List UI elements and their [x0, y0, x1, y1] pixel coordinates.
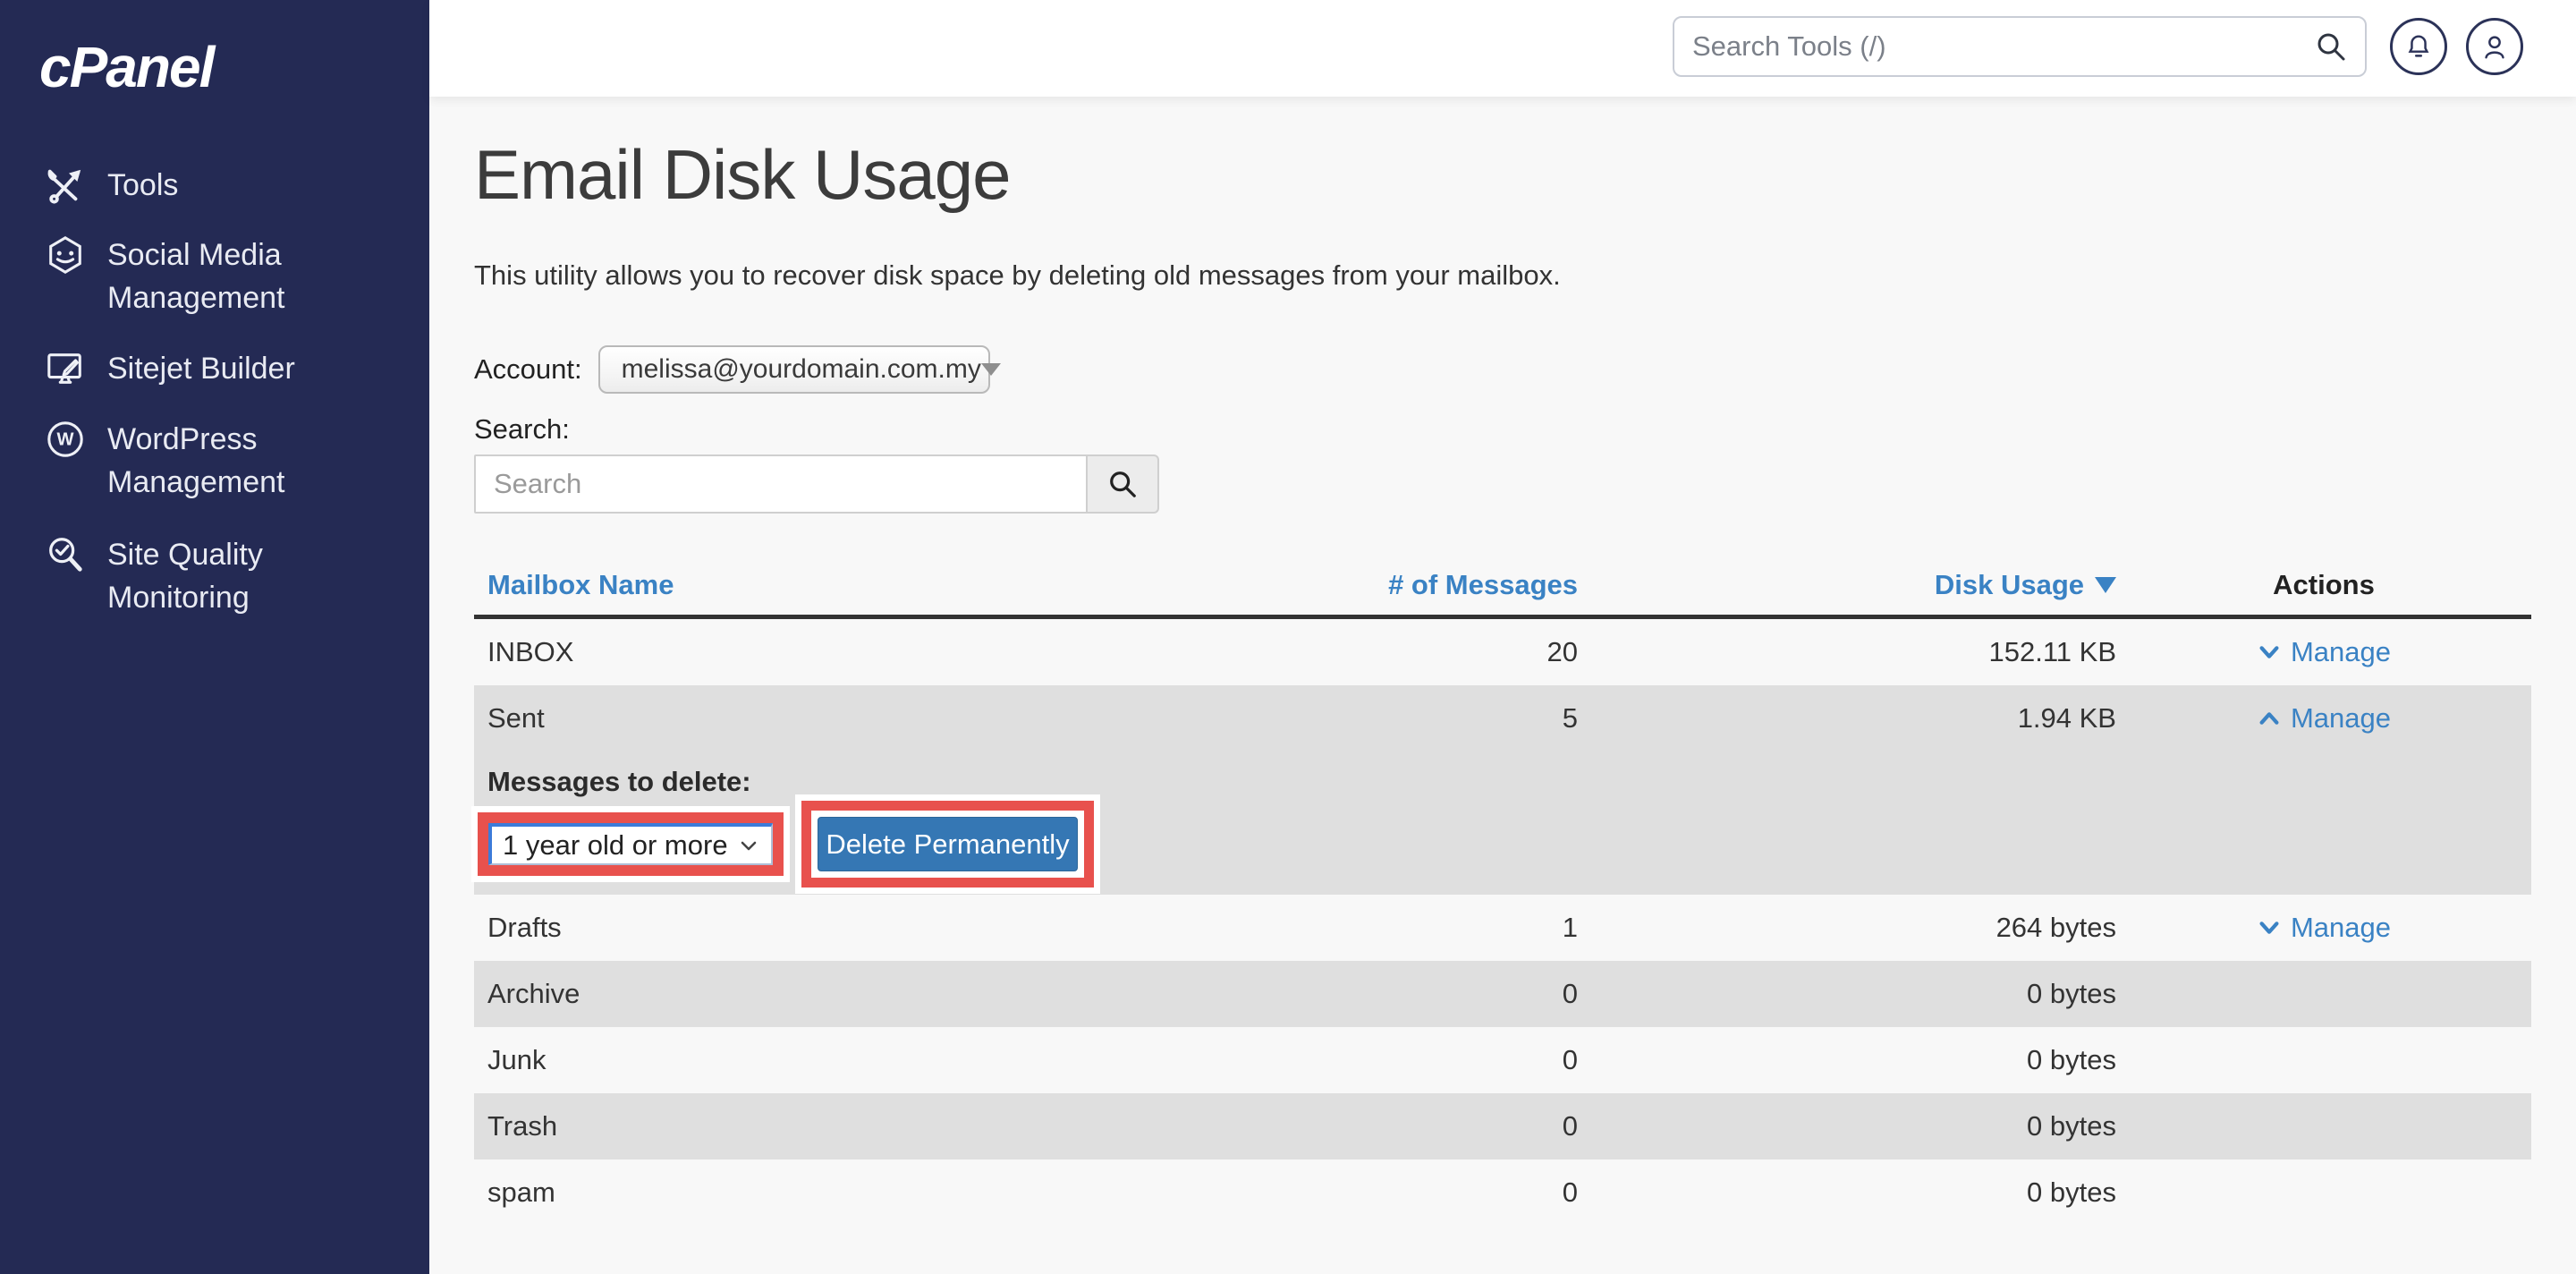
sidebar-item-label: Tools — [107, 164, 331, 207]
header-mailbox-name[interactable]: Mailbox Name — [474, 569, 1100, 601]
sidebar-item-label: Social Media Management — [107, 234, 331, 319]
account-label: Account: — [474, 353, 582, 386]
chevron-down-icon — [2257, 915, 2282, 940]
sidebar-item-label: Site Quality Monitoring — [107, 533, 331, 619]
header-disk-usage[interactable]: Disk Usage — [1578, 569, 2116, 601]
sitejet-builder-icon — [45, 348, 86, 389]
sidebar-item-label: Sitejet Builder — [107, 347, 331, 390]
sidebar-item-tools[interactable]: Tools — [45, 164, 402, 207]
sidebar-item-social-media[interactable]: Social Media Management — [45, 234, 402, 319]
chevron-down-icon — [981, 363, 1001, 376]
user-account-button[interactable] — [2466, 18, 2523, 75]
table-row: spam 0 0 bytes — [474, 1159, 2531, 1226]
table-row: Trash 0 0 bytes — [474, 1093, 2531, 1159]
mailbox-search-input[interactable] — [474, 454, 1088, 514]
page-title: Email Disk Usage — [474, 134, 1011, 216]
account-select[interactable]: melissa@yourdomain.com.my — [598, 345, 990, 394]
sidebar-item-wordpress[interactable]: W WordPress Management — [45, 418, 402, 504]
svg-text:W: W — [57, 430, 74, 450]
site-quality-icon — [45, 534, 86, 575]
cpanel-logo[interactable]: cPanel — [39, 34, 213, 100]
messages-to-delete-label: Messages to delete: — [487, 766, 751, 798]
manage-link-drafts[interactable]: Manage — [2257, 912, 2391, 944]
table-header: Mailbox Name # of Messages Disk Usage Ac… — [474, 555, 2531, 619]
sidebar-item-sitejet[interactable]: Sitejet Builder — [45, 347, 402, 390]
main-content: Email Disk Usage This utility allows you… — [429, 97, 2576, 1274]
wordpress-icon: W — [45, 419, 86, 460]
sidebar-item-site-quality[interactable]: Site Quality Monitoring — [45, 533, 402, 619]
search-label: Search: — [474, 413, 570, 446]
table-row: INBOX 20 152.11 KB Manage — [474, 619, 2531, 685]
sort-desc-icon — [2095, 577, 2116, 593]
account-select-value: melissa@yourdomain.com.my — [622, 354, 981, 385]
chevron-down-icon — [737, 834, 760, 857]
notifications-button[interactable] — [2390, 18, 2447, 75]
search-icon[interactable] — [2315, 30, 2347, 63]
manage-link-inbox[interactable]: Manage — [2257, 636, 2391, 668]
tools-icon — [45, 165, 86, 206]
age-select-highlight: 1 year old or more — [478, 812, 784, 876]
mailbox-search-button[interactable] — [1088, 454, 1159, 514]
tools-search-input[interactable] — [1692, 30, 2315, 63]
table-row-expanded: Sent 5 1.94 KB Manage Messages to delete… — [474, 685, 2531, 895]
manage-expand-panel: Messages to delete: 1 year old or more D… — [474, 752, 2531, 895]
topbar — [429, 0, 2576, 97]
message-age-select[interactable]: 1 year old or more — [488, 823, 773, 865]
tools-search-box — [1673, 16, 2367, 77]
delete-permanently-button[interactable]: Delete Permanently — [818, 817, 1078, 871]
chevron-down-icon — [2257, 640, 2282, 665]
delete-permanently-highlight: Delete Permanently — [801, 801, 1094, 888]
mailbox-table: Mailbox Name # of Messages Disk Usage Ac… — [474, 555, 2531, 1226]
table-row: Drafts 1 264 bytes Manage — [474, 895, 2531, 961]
table-row: Sent 5 1.94 KB Manage — [474, 685, 2531, 752]
header-num-messages[interactable]: # of Messages — [1100, 569, 1578, 601]
header-actions: Actions — [2116, 569, 2531, 601]
manage-link-sent[interactable]: Manage — [2257, 702, 2391, 735]
page-description: This utility allows you to recover disk … — [474, 259, 1561, 292]
table-row: Junk 0 0 bytes — [474, 1027, 2531, 1093]
sidebar-item-label: WordPress Management — [107, 418, 331, 504]
table-row: Archive 0 0 bytes — [474, 961, 2531, 1027]
social-media-icon — [45, 234, 86, 276]
chevron-up-icon — [2257, 706, 2282, 731]
sidebar: cPanel Tools Social Media Management — [0, 0, 429, 1274]
